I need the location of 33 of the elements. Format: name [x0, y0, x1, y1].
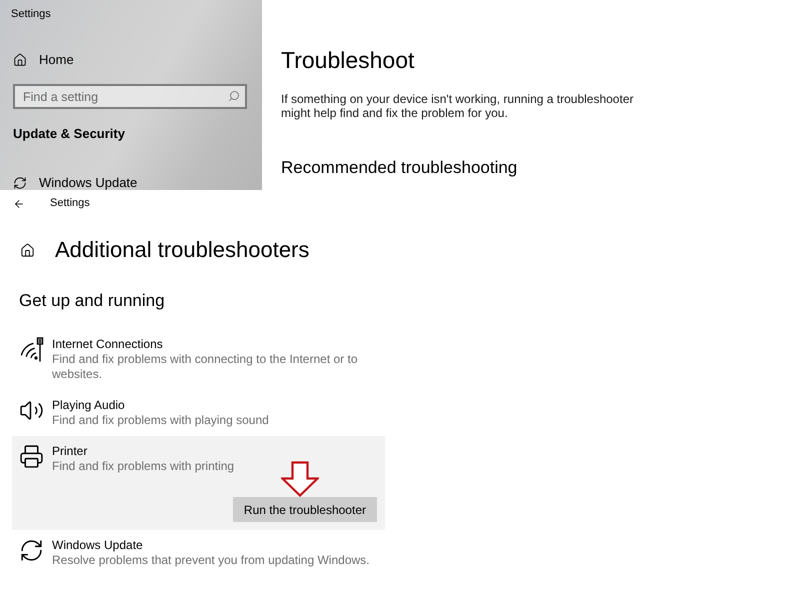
page-description: If something on your device isn't working, running a troubleshooter might help find and fix the problem for you.: [281, 92, 634, 120]
sync-icon[interactable]: [13, 176, 27, 190]
search-icon[interactable]: [228, 90, 240, 102]
troubleshooter-description: Find and fix problems with connecting to the Internet or to websites.: [52, 352, 359, 382]
printer-icon: [19, 444, 44, 469]
home-icon[interactable]: [20, 242, 35, 258]
section-title: Update & Security: [13, 126, 125, 142]
page-title: Troubleshoot: [281, 46, 414, 75]
troubleshooter-name: Playing Audio: [52, 398, 125, 413]
troubleshooter-name: Windows Update: [52, 538, 143, 553]
section-heading: Get up and running: [19, 290, 165, 312]
window-title: Settings: [50, 197, 90, 210]
troubleshooter-item[interactable]: Windows Update Resolve problems that prevent you from updating Windows.: [12, 530, 385, 576]
nav-item[interactable]: Windows Update: [39, 175, 138, 190]
sync-icon: [19, 538, 44, 563]
troubleshooter-description: Resolve problems that prevent you from updating Windows.: [52, 553, 370, 568]
annotation-arrow: [281, 461, 319, 497]
troubleshooter-item[interactable]: Internet Connections Find and fix problems with connecting to the Internet or to websites.: [12, 329, 385, 390]
run-troubleshooter-button[interactable]: Run the troubleshooter: [232, 497, 377, 522]
search-field[interactable]: Find a setting: [13, 84, 247, 109]
troubleshooter-name: Printer: [52, 444, 88, 459]
section-heading: Recommended troubleshooting: [281, 157, 518, 179]
window-title: Settings: [11, 8, 51, 21]
troubleshooter-name: Internet Connections: [52, 337, 163, 352]
troubleshooter-description: Find and fix problems with playing sound: [52, 413, 269, 428]
network-icon: [19, 337, 44, 362]
home-icon[interactable]: [13, 52, 27, 66]
troubleshooter-item[interactable]: Printer Find and fix problems with printing Run the troubleshooter: [12, 436, 385, 530]
troubleshooter-description: Find and fix problems with printing: [52, 459, 234, 474]
back-icon[interactable]: [13, 198, 25, 210]
home-link[interactable]: Home: [39, 52, 74, 67]
troubleshooter-item[interactable]: Playing Audio Find and fix problems with playing sound: [12, 390, 385, 436]
page-title: Additional troubleshooters: [55, 236, 310, 264]
